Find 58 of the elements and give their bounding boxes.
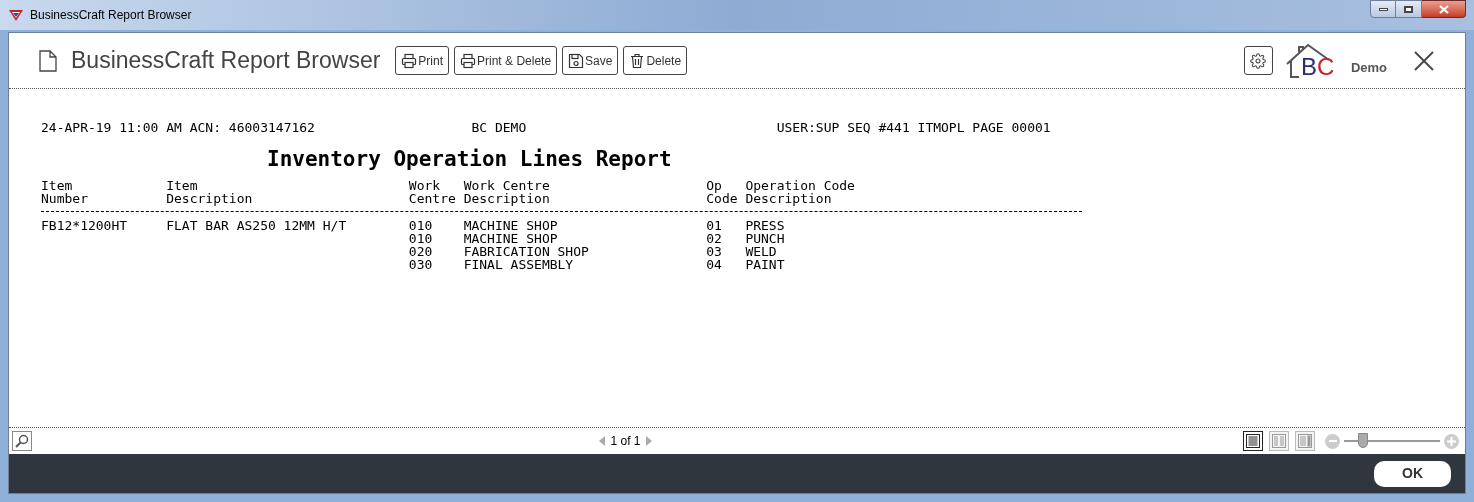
ok-button[interactable]: OK xyxy=(1374,460,1451,487)
close-button[interactable] xyxy=(1422,0,1466,18)
table-cell-text: MACHINE SHOP xyxy=(463,232,559,245)
table-cell-text: 03 xyxy=(706,245,723,258)
settings-button[interactable] xyxy=(1243,46,1273,75)
logo-text: BC xyxy=(1300,53,1335,80)
report-header-text: 24-APR-19 11:00 AM ACN: 46003147162 xyxy=(41,121,316,134)
search-icon xyxy=(15,434,29,448)
toolbar-button[interactable]: Print xyxy=(395,46,450,75)
close-icon xyxy=(1414,50,1434,71)
window-title: BusinessCraft Report Browser xyxy=(30,7,192,24)
previous-page-button[interactable] xyxy=(599,436,606,446)
table-cell-text: FINAL ASSEMBLY xyxy=(463,258,575,271)
table-cell-text: 010 xyxy=(408,219,434,232)
page-indicator: 1 of 1 xyxy=(610,433,641,450)
column-header: Work Centre xyxy=(408,179,457,205)
maximize-button[interactable] xyxy=(1396,0,1422,18)
table-cell-text: 01 xyxy=(706,219,723,232)
printer-icon xyxy=(460,52,477,69)
table-cell-text: 04 xyxy=(706,258,723,271)
table-cell-text: WELD xyxy=(745,245,778,258)
document-icon xyxy=(39,49,57,72)
logo-caption: Demo xyxy=(1350,58,1387,77)
minimize-button[interactable] xyxy=(1370,0,1396,18)
column-header: Operation Code Description xyxy=(745,179,856,205)
report-title: Inventory Operation Lines Report xyxy=(267,147,672,171)
close-button[interactable] xyxy=(1413,49,1435,72)
toolbar-button[interactable]: Print & Delete xyxy=(454,46,558,75)
table-cell-text: FLAT BAR AS250 12MM H/T xyxy=(166,219,348,232)
report-header-text: BC DEMO xyxy=(471,121,528,134)
table-cell-text: 02 xyxy=(706,232,723,245)
view-mode-button[interactable] xyxy=(1243,431,1263,451)
close-icon xyxy=(1438,4,1449,14)
table-cell-text: 020 xyxy=(408,245,434,258)
toolbar-button[interactable]: Save xyxy=(562,46,619,75)
zoom-slider[interactable] xyxy=(1344,433,1440,449)
table-cell-text: FABRICATION SHOP xyxy=(463,245,590,258)
search-button[interactable] xyxy=(12,431,32,451)
toolbar-button[interactable]: Delete xyxy=(623,46,688,75)
table-cell-text: 010 xyxy=(408,232,434,245)
table-cell-text: PRESS xyxy=(745,219,786,232)
trash-icon xyxy=(629,52,646,69)
printer-icon xyxy=(401,52,418,69)
settings-icon xyxy=(1250,52,1267,69)
table-cell-text: MACHINE SHOP xyxy=(463,219,559,232)
column-header: Work Centre Description xyxy=(463,179,551,205)
column-header: Op Code xyxy=(706,179,739,205)
table-cell-text: FB12*1200HT xyxy=(41,219,129,232)
column-header: Item Description xyxy=(166,179,254,205)
app-logo-icon xyxy=(8,8,24,22)
table-cell-text: PAINT xyxy=(745,258,786,271)
table-cell-text: PUNCH xyxy=(745,232,786,245)
next-page-button[interactable] xyxy=(645,436,652,446)
slider-thumb[interactable] xyxy=(1358,433,1369,448)
app-title: BusinessCraft Report Browser xyxy=(71,46,381,76)
table-cell-text: 030 xyxy=(408,258,434,271)
column-header: Item Number xyxy=(41,179,89,205)
report-header-text: USER:SUP SEQ #441 ITMOPL PAGE 00001 xyxy=(776,121,1051,134)
